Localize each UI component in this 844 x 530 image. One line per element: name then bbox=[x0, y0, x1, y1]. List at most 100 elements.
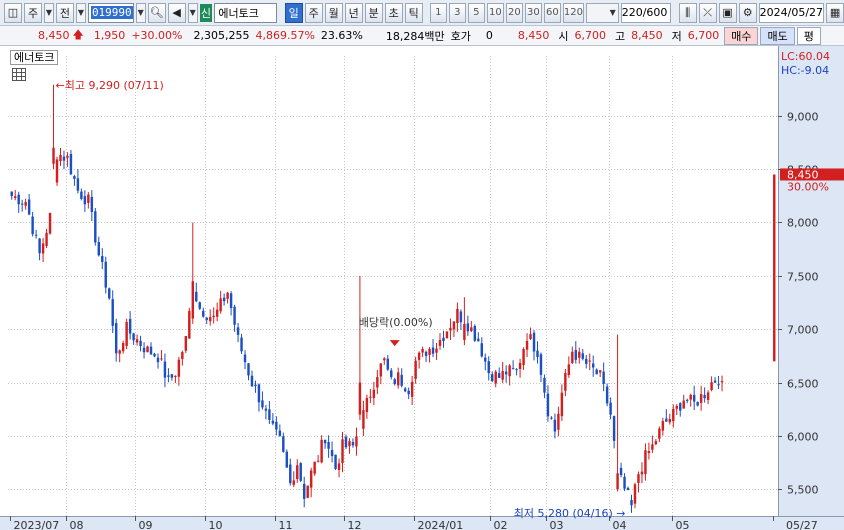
lc-label: LC:60.04 bbox=[781, 50, 830, 63]
period-day[interactable]: 일 bbox=[284, 2, 303, 23]
code-dropdown[interactable]: ▼ bbox=[135, 2, 146, 23]
candle-body bbox=[591, 363, 595, 368]
x-tick-label: 02 bbox=[494, 519, 508, 530]
sell-button[interactable]: 매도 bbox=[760, 26, 795, 45]
candle-body bbox=[442, 337, 445, 342]
candle-body bbox=[567, 364, 571, 375]
candle-body bbox=[560, 392, 564, 417]
candle-body bbox=[289, 464, 292, 484]
candle-body bbox=[275, 421, 278, 430]
interval-dropdown[interactable]: ▼ bbox=[586, 2, 619, 23]
candle-body bbox=[525, 340, 529, 350]
high-label: 고 bbox=[614, 29, 626, 43]
open-price: 6,700 bbox=[574, 29, 606, 42]
stock-name-field[interactable]: 에너토크 bbox=[214, 2, 278, 23]
y-tick-label: 7,500 bbox=[787, 271, 819, 284]
candle-body bbox=[10, 191, 13, 196]
candle-body bbox=[299, 463, 302, 481]
candle-body bbox=[195, 291, 198, 302]
grid-icon[interactable] bbox=[12, 68, 26, 81]
low-label: 저 bbox=[671, 29, 682, 43]
chevron-down-icon[interactable]: ▼ bbox=[44, 2, 54, 23]
candle-body bbox=[125, 321, 128, 346]
eval-button[interactable]: 평 bbox=[796, 26, 821, 45]
candle-body bbox=[334, 454, 337, 469]
period-tick[interactable]: 틱 bbox=[404, 2, 423, 23]
interval-120[interactable]: 120 bbox=[562, 2, 585, 23]
candle-body bbox=[306, 485, 309, 498]
period-year[interactable]: 년 bbox=[344, 2, 363, 23]
candle-body bbox=[685, 399, 689, 401]
interval-20[interactable]: 20 bbox=[505, 2, 523, 23]
candle-body bbox=[421, 348, 424, 353]
candle-body bbox=[285, 451, 289, 468]
buy-button[interactable]: 매수 bbox=[724, 26, 759, 45]
candle-body bbox=[438, 340, 442, 346]
candle-body bbox=[66, 155, 69, 158]
candle-body bbox=[282, 436, 285, 452]
calendar-icon[interactable]: ▦ bbox=[826, 2, 844, 23]
candle-body bbox=[132, 333, 135, 341]
period-second[interactable]: 초 bbox=[384, 2, 403, 23]
candle-body bbox=[271, 420, 275, 424]
period-month[interactable]: 월 bbox=[324, 2, 343, 23]
candle-body bbox=[672, 408, 675, 422]
period-week[interactable]: 주 bbox=[304, 2, 323, 23]
x-tick-label: 09 bbox=[139, 519, 153, 530]
candle-body bbox=[612, 416, 616, 441]
candle-body bbox=[546, 393, 550, 417]
period-minute[interactable]: 분 bbox=[364, 2, 383, 23]
candle-body bbox=[508, 365, 511, 377]
y-tick-label: 6,000 bbox=[787, 431, 819, 444]
candle-body bbox=[240, 337, 243, 352]
candle-body bbox=[69, 153, 73, 175]
y-tick-label: 7,000 bbox=[787, 324, 819, 337]
interval-5[interactable]: 5 bbox=[467, 2, 485, 23]
candle-icon[interactable]: ⫼ bbox=[678, 2, 697, 23]
candle-body bbox=[706, 392, 710, 400]
candle-body bbox=[581, 353, 584, 359]
stock-code-input[interactable]: 019990 bbox=[87, 2, 134, 23]
prev-button[interactable]: 전 bbox=[55, 2, 74, 23]
crosshair-icon[interactable]: ⤫ bbox=[698, 2, 717, 23]
candlestick-chart[interactable]: 9,0008,5008,0007,5007,0006,5006,0005,500… bbox=[0, 46, 844, 530]
candle-body bbox=[87, 194, 90, 203]
candle-body bbox=[410, 381, 414, 397]
interval-60[interactable]: 60 bbox=[543, 2, 561, 23]
x-tick-label: 08 bbox=[70, 519, 84, 530]
date-field[interactable]: 2024/05/27 bbox=[758, 2, 825, 23]
candle-body bbox=[623, 476, 626, 489]
candle-body bbox=[602, 371, 605, 384]
chevron-down-icon[interactable]: ▼ bbox=[187, 2, 198, 23]
candle-body bbox=[372, 389, 376, 399]
candle-body bbox=[309, 470, 313, 488]
save-icon[interactable]: ▣ bbox=[718, 2, 737, 23]
candle-body bbox=[696, 402, 699, 406]
chevron-down-icon[interactable]: ▼ bbox=[75, 2, 86, 23]
candle-body bbox=[491, 374, 494, 382]
current-price: 8,450 bbox=[38, 29, 70, 42]
candle-body bbox=[595, 369, 598, 375]
candle-body bbox=[362, 410, 365, 429]
speaker-icon[interactable]: ◀︎ bbox=[167, 2, 186, 23]
interval-1[interactable]: 1 bbox=[429, 2, 447, 23]
candle-body bbox=[156, 357, 160, 363]
volume: 2,305,255 bbox=[193, 29, 250, 42]
candle-body bbox=[181, 352, 184, 360]
chart-layout-icon[interactable]: ◫ bbox=[4, 2, 22, 23]
gear-icon[interactable]: ⚙ bbox=[738, 2, 757, 23]
candle-body bbox=[188, 310, 191, 339]
period-main-button[interactable]: 주 bbox=[24, 2, 42, 23]
candle-body bbox=[463, 323, 466, 340]
bar-count-field[interactable]: 220/600 bbox=[620, 2, 672, 23]
candle-body bbox=[710, 382, 713, 390]
candle-body bbox=[296, 465, 299, 479]
candle-body bbox=[128, 318, 132, 334]
interval-30[interactable]: 30 bbox=[524, 2, 542, 23]
candle-body bbox=[114, 323, 118, 354]
search-icon[interactable]: 🔍︎ bbox=[147, 2, 166, 23]
interval-10[interactable]: 10 bbox=[486, 2, 504, 23]
interval-3[interactable]: 3 bbox=[448, 2, 466, 23]
candle-body bbox=[376, 377, 379, 388]
y-tick-label: 5,500 bbox=[787, 484, 819, 497]
